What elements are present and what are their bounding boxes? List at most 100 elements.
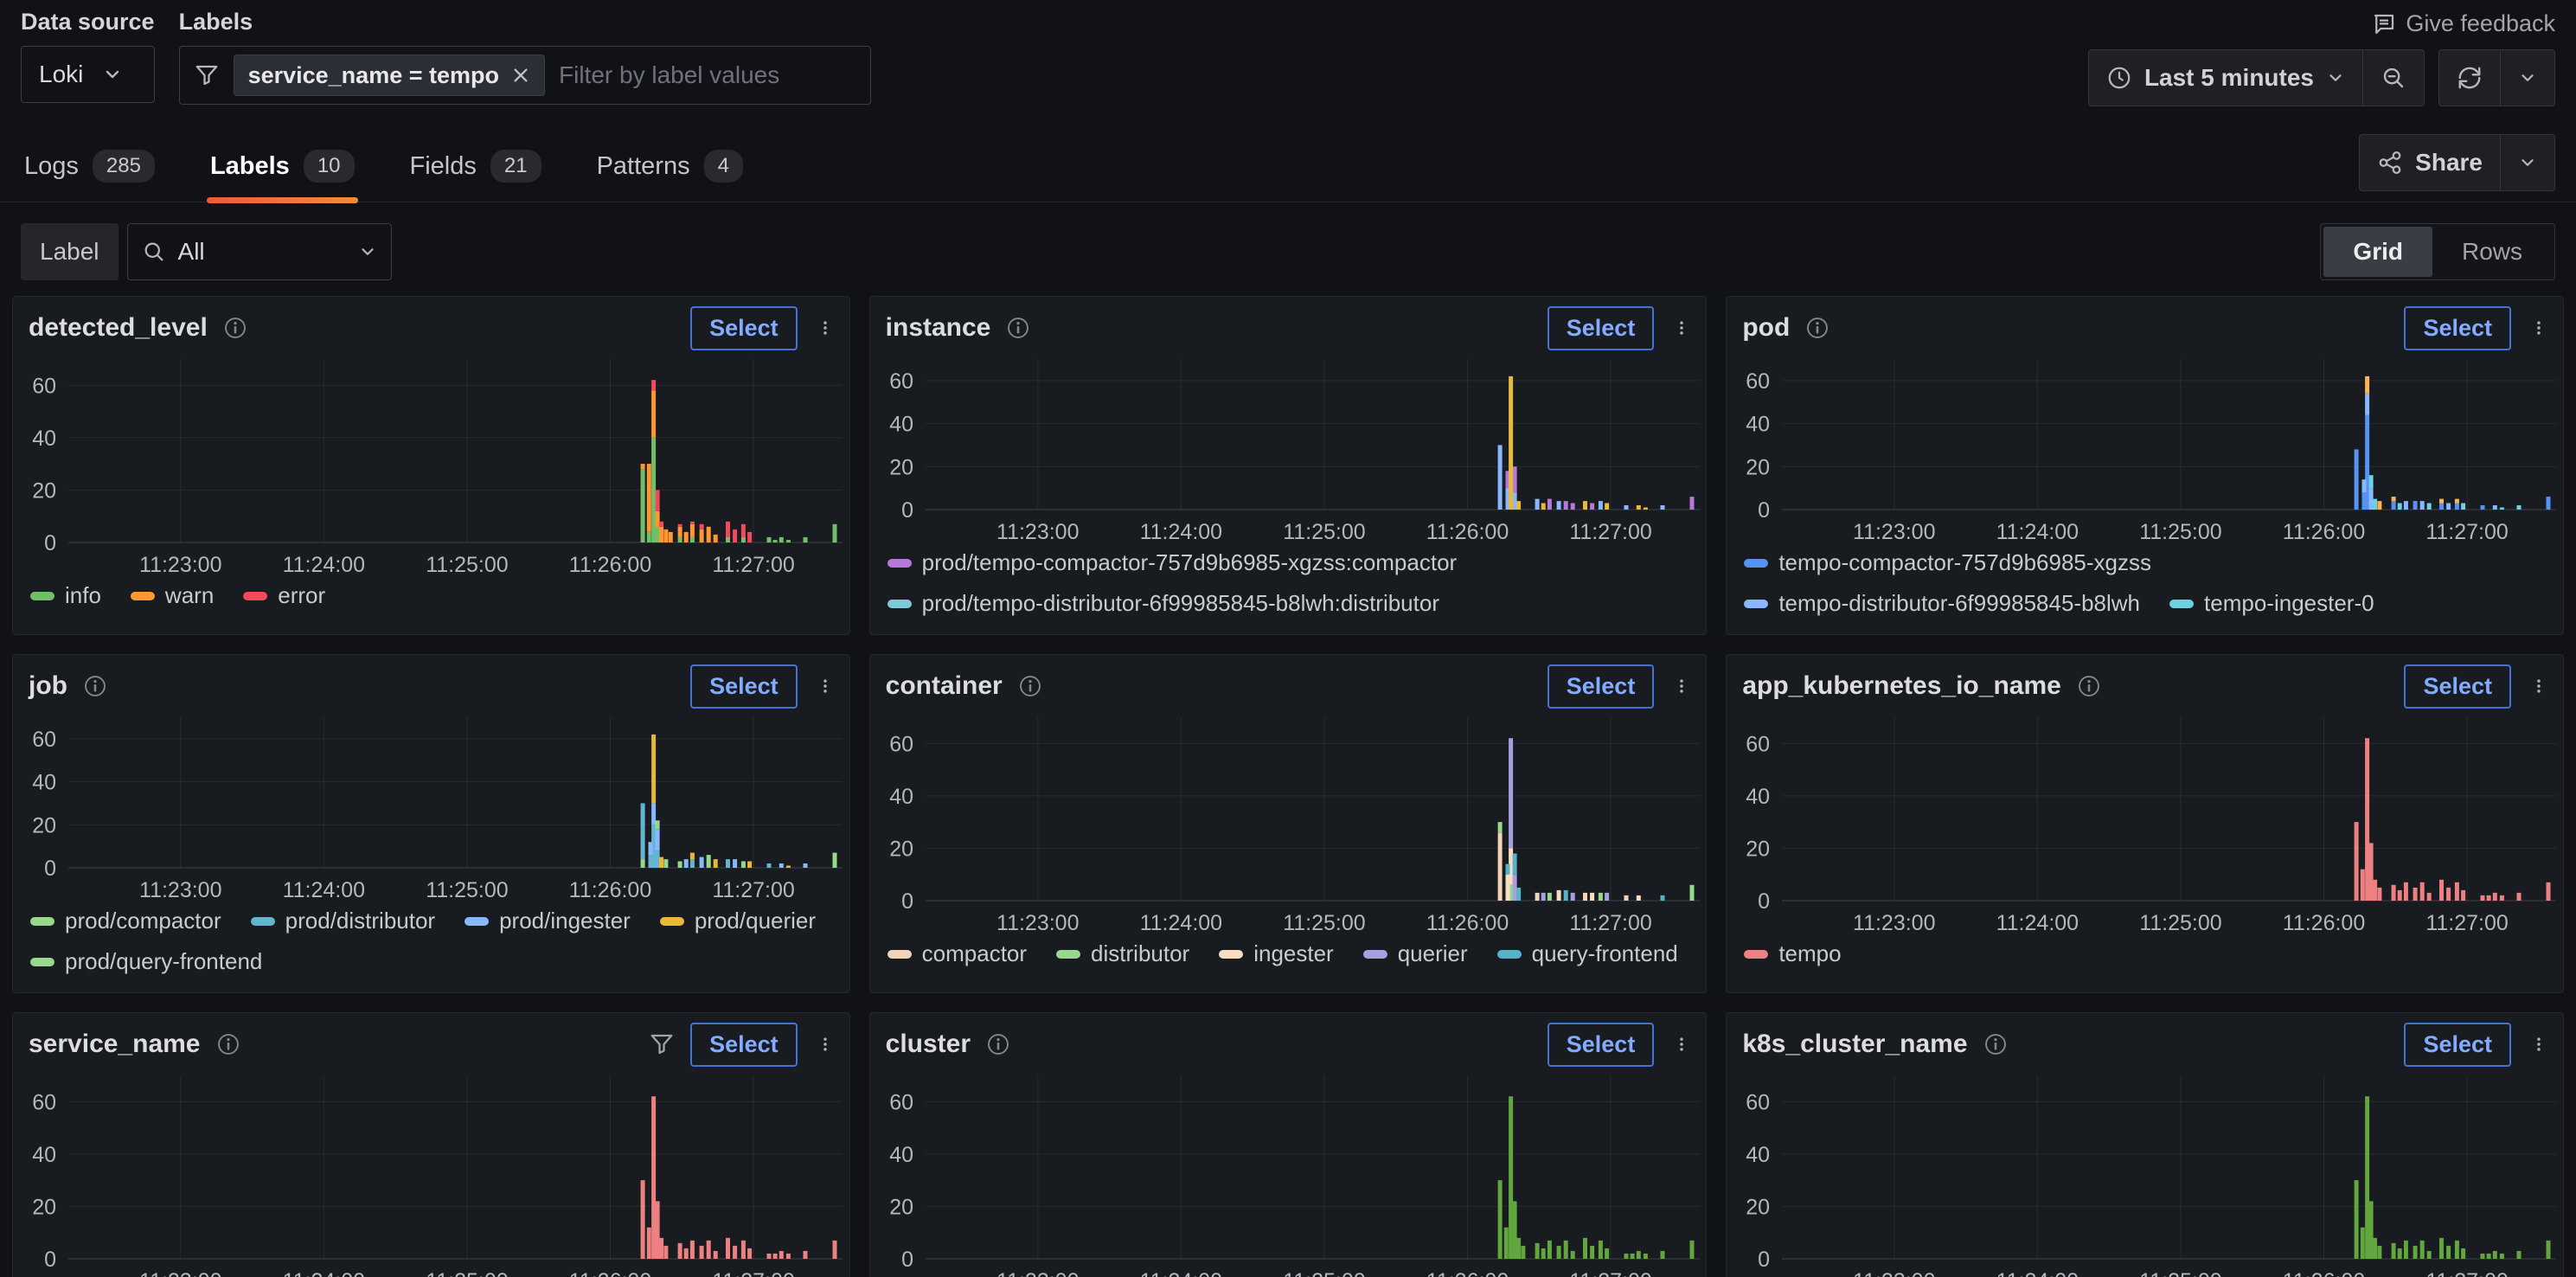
svg-text:60: 60 xyxy=(1746,732,1771,756)
svg-text:11:24:00: 11:24:00 xyxy=(1996,1269,2079,1277)
refresh-interval-dropdown[interactable] xyxy=(2500,50,2554,106)
panel-chart[interactable]: 020406011:23:0011:24:0011:25:0011:26:001… xyxy=(13,350,849,579)
label-filter-input[interactable]: service_name = tempo Filter by label val… xyxy=(179,46,871,105)
datasource-select[interactable]: Loki xyxy=(21,46,155,103)
tab-labels-count: 10 xyxy=(304,150,355,183)
info-icon[interactable] xyxy=(1006,316,1030,340)
tab-patterns[interactable]: Patterns 4 xyxy=(593,138,747,202)
kebab-menu-icon[interactable] xyxy=(813,316,837,340)
tab-logs[interactable]: Logs 285 xyxy=(21,138,158,202)
kebab-menu-icon[interactable] xyxy=(1669,1032,1694,1056)
svg-text:11:25:00: 11:25:00 xyxy=(2140,520,2222,544)
select-button[interactable]: Select xyxy=(2404,664,2511,709)
legend-item[interactable]: query-frontend xyxy=(1497,940,1678,967)
panel-chart[interactable]: 020406011:23:0011:24:0011:25:0011:26:001… xyxy=(1727,350,2563,546)
legend-item[interactable]: error xyxy=(243,582,325,609)
select-button[interactable]: Select xyxy=(1548,1023,1655,1067)
refresh-button[interactable] xyxy=(2439,50,2500,106)
timeseries-chart: 020406011:23:0011:24:0011:25:0011:26:001… xyxy=(1732,1067,2564,1277)
panel-chart[interactable]: 020406011:23:0011:24:0011:25:0011:26:001… xyxy=(13,709,849,904)
tab-fields[interactable]: Fields 21 xyxy=(407,138,545,202)
legend-item[interactable]: info xyxy=(30,582,101,609)
legend-item[interactable]: warn xyxy=(131,582,214,609)
panel-chart[interactable]: 020406011:23:0011:24:0011:25:0011:26:001… xyxy=(870,1067,1707,1277)
legend-item[interactable]: prod/querier xyxy=(660,908,816,934)
kebab-menu-icon[interactable] xyxy=(2527,316,2551,340)
legend-item[interactable]: tempo-ingester-0 xyxy=(2169,590,2374,617)
legend-label: tempo xyxy=(1778,940,1841,967)
panel-chart[interactable]: 020406011:23:0011:24:0011:25:0011:26:001… xyxy=(13,1067,849,1277)
legend-color-pill xyxy=(1219,950,1243,959)
info-icon[interactable] xyxy=(1983,1032,2008,1056)
legend-item[interactable]: prod/query-frontend xyxy=(30,948,262,975)
kebab-menu-icon[interactable] xyxy=(2527,674,2551,698)
legend-item[interactable]: prod/distributor xyxy=(251,908,435,934)
panel-chart[interactable]: 020406011:23:0011:24:0011:25:0011:26:001… xyxy=(1727,709,2563,937)
info-icon[interactable] xyxy=(1805,316,1829,340)
legend-item[interactable]: ingester xyxy=(1219,940,1334,967)
info-icon[interactable] xyxy=(2077,674,2101,698)
kebab-menu-icon[interactable] xyxy=(813,1032,837,1056)
time-range-picker[interactable]: Last 5 minutes xyxy=(2089,50,2362,106)
filter-chip[interactable]: service_name = tempo xyxy=(234,55,545,96)
info-icon[interactable] xyxy=(986,1032,1010,1056)
info-icon[interactable] xyxy=(83,674,107,698)
select-button[interactable]: Select xyxy=(2404,306,2511,350)
info-icon[interactable] xyxy=(216,1032,240,1056)
select-button[interactable]: Select xyxy=(690,1023,798,1067)
panel-legend: compactor distributor ingester querier query… xyxy=(870,937,1707,992)
panel-cluster: clusterSelect020406011:23:0011:24:0011:2… xyxy=(869,1012,1708,1277)
view-toggle-grid[interactable]: Grid xyxy=(2323,227,2432,277)
legend-color-pill xyxy=(2169,600,2194,608)
panel-chart[interactable]: 020406011:23:0011:24:0011:25:0011:26:001… xyxy=(870,709,1707,937)
share-button[interactable]: Share xyxy=(2360,135,2500,190)
svg-text:11:25:00: 11:25:00 xyxy=(2140,911,2222,935)
select-button[interactable]: Select xyxy=(1548,306,1655,350)
tab-labels[interactable]: Labels 10 xyxy=(207,138,358,202)
legend-item[interactable]: querier xyxy=(1363,940,1468,967)
select-button[interactable]: Select xyxy=(1548,664,1655,709)
select-button[interactable]: Select xyxy=(690,306,798,350)
svg-text:60: 60 xyxy=(889,732,913,756)
svg-text:20: 20 xyxy=(889,455,913,479)
close-icon[interactable] xyxy=(511,66,530,85)
panel-job: jobSelect020406011:23:0011:24:0011:25:00… xyxy=(12,654,850,993)
timeseries-chart: 020406011:23:0011:24:0011:25:0011:26:001… xyxy=(18,350,850,579)
panel-chart[interactable]: 020406011:23:0011:24:0011:25:0011:26:001… xyxy=(1727,1067,2563,1277)
svg-text:60: 60 xyxy=(889,1090,913,1114)
give-feedback-link[interactable]: Give feedback xyxy=(2371,10,2555,37)
share-dropdown[interactable] xyxy=(2500,135,2554,190)
legend-color-pill xyxy=(243,592,267,600)
kebab-menu-icon[interactable] xyxy=(2527,1032,2551,1056)
svg-text:40: 40 xyxy=(889,413,913,437)
legend-label: prod/tempo-compactor-757d9b6985-xgzss:co… xyxy=(922,549,1458,576)
legend-item[interactable]: prod/ingester xyxy=(465,908,631,934)
kebab-menu-icon[interactable] xyxy=(813,674,837,698)
svg-text:11:25:00: 11:25:00 xyxy=(1283,1269,1365,1277)
svg-text:11:25:00: 11:25:00 xyxy=(2140,1269,2222,1277)
legend-item[interactable]: prod/compactor xyxy=(30,908,221,934)
info-icon[interactable] xyxy=(1018,674,1042,698)
select-button[interactable]: Select xyxy=(2404,1023,2511,1067)
kebab-menu-icon[interactable] xyxy=(1669,316,1694,340)
chevron-down-icon xyxy=(358,242,377,261)
filter-applied-icon[interactable] xyxy=(649,1031,675,1057)
legend-item[interactable]: tempo-compactor-757d9b6985-xgzss xyxy=(1744,549,2151,576)
panel-chart[interactable]: 020406011:23:0011:24:0011:25:0011:26:001… xyxy=(870,350,1707,546)
zoom-out-button[interactable] xyxy=(2362,50,2424,106)
legend-item[interactable]: prod/tempo-distributor-6f99985845-b8lwh:… xyxy=(888,590,1439,617)
panel-title: container xyxy=(886,671,1003,701)
label-search-select[interactable]: All xyxy=(127,223,392,280)
legend-item[interactable]: prod/tempo-compactor-757d9b6985-xgzss:co… xyxy=(888,549,1458,576)
select-button[interactable]: Select xyxy=(690,664,798,709)
legend-label: prod/tempo-distributor-6f99985845-b8lwh:… xyxy=(922,590,1439,617)
svg-text:11:24:00: 11:24:00 xyxy=(1139,911,1221,935)
svg-text:11:26:00: 11:26:00 xyxy=(2283,911,2365,935)
info-icon[interactable] xyxy=(223,316,247,340)
legend-item[interactable]: distributor xyxy=(1056,940,1189,967)
legend-item[interactable]: tempo-distributor-6f99985845-b8lwh xyxy=(1744,590,2140,617)
view-toggle-rows[interactable]: Rows xyxy=(2432,227,2552,277)
kebab-menu-icon[interactable] xyxy=(1669,674,1694,698)
legend-item[interactable]: tempo xyxy=(1744,940,1841,967)
legend-item[interactable]: compactor xyxy=(888,940,1027,967)
